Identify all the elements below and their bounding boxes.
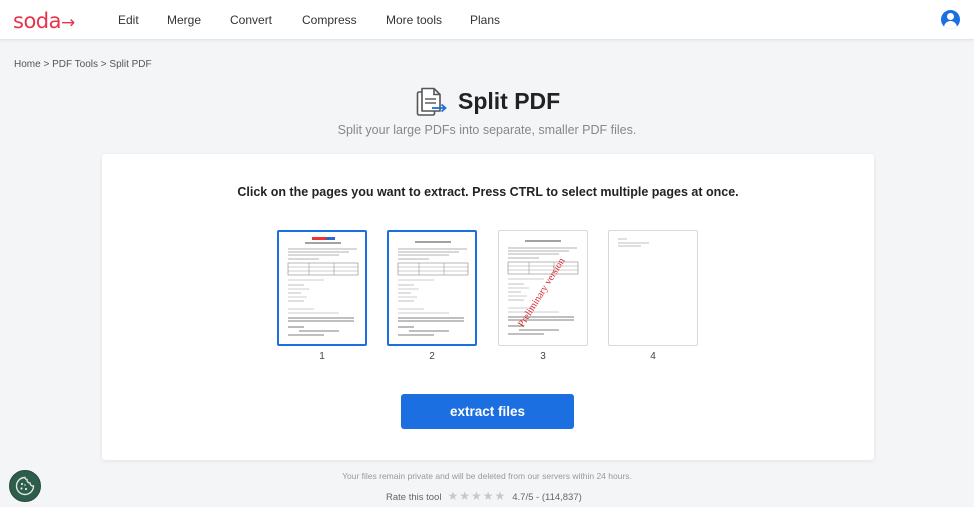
user-avatar-icon[interactable] bbox=[941, 10, 960, 29]
cookie-icon bbox=[15, 476, 35, 496]
page-title: Split PDF bbox=[458, 88, 561, 114]
page-thumbnail-2[interactable] bbox=[387, 230, 477, 346]
page-number-4: 4 bbox=[650, 351, 656, 362]
avatar-head-shape bbox=[947, 13, 954, 20]
rating-row: Rate this tool ★★★★★ 4.7/5 - (114,837) bbox=[386, 489, 582, 503]
privacy-notice: Your files remain private and will be de… bbox=[342, 471, 632, 481]
instruction-text: Click on the pages you want to extract. … bbox=[237, 185, 739, 199]
logo-arrow-icon: → bbox=[61, 13, 75, 33]
avatar-body-shape bbox=[944, 21, 957, 29]
top-navigation-bar: soda→ Edit Merge Convert Compress More t… bbox=[0, 0, 974, 40]
nav-more-tools[interactable]: More tools bbox=[386, 13, 442, 27]
split-tool-card: Click on the pages you want to extract. … bbox=[102, 154, 874, 460]
page-thumbnail-1[interactable] bbox=[277, 230, 367, 346]
logo-text: soda bbox=[13, 9, 62, 33]
page-number-3: 3 bbox=[540, 351, 546, 362]
page-watermark: Preliminary version bbox=[516, 256, 567, 329]
split-pdf-icon bbox=[416, 87, 447, 116]
nav-merge[interactable]: Merge bbox=[167, 13, 201, 27]
page-number-2: 2 bbox=[429, 351, 435, 362]
page-header: Split PDF bbox=[0, 86, 974, 118]
page-subtitle: Split your large PDFs into separate, sma… bbox=[337, 123, 637, 137]
breadcrumb[interactable]: Home > PDF Tools > Split PDF bbox=[14, 59, 152, 70]
star-rating-icon[interactable]: ★★★★★ bbox=[447, 489, 506, 503]
nav-edit[interactable]: Edit bbox=[118, 13, 139, 27]
page-content-preview bbox=[397, 241, 469, 336]
soda-logo[interactable]: soda→ bbox=[13, 9, 75, 33]
page-thumbnail-3[interactable]: Preliminary version bbox=[498, 230, 588, 346]
nav-compress[interactable]: Compress bbox=[302, 13, 357, 27]
nav-convert[interactable]: Convert bbox=[230, 13, 272, 27]
page-content-preview bbox=[618, 238, 649, 247]
page-number-1: 1 bbox=[319, 351, 325, 362]
cookie-settings-button[interactable] bbox=[9, 470, 41, 502]
page-content-preview bbox=[287, 237, 359, 336]
page-thumbnail-4[interactable] bbox=[608, 230, 698, 346]
rating-score: 4.7/5 - (114,837) bbox=[512, 492, 582, 503]
nav-plans[interactable]: Plans bbox=[470, 13, 500, 27]
extract-files-button[interactable]: extract files bbox=[401, 394, 574, 429]
rate-label: Rate this tool bbox=[386, 492, 442, 503]
page-content-preview: Preliminary version bbox=[507, 240, 579, 335]
